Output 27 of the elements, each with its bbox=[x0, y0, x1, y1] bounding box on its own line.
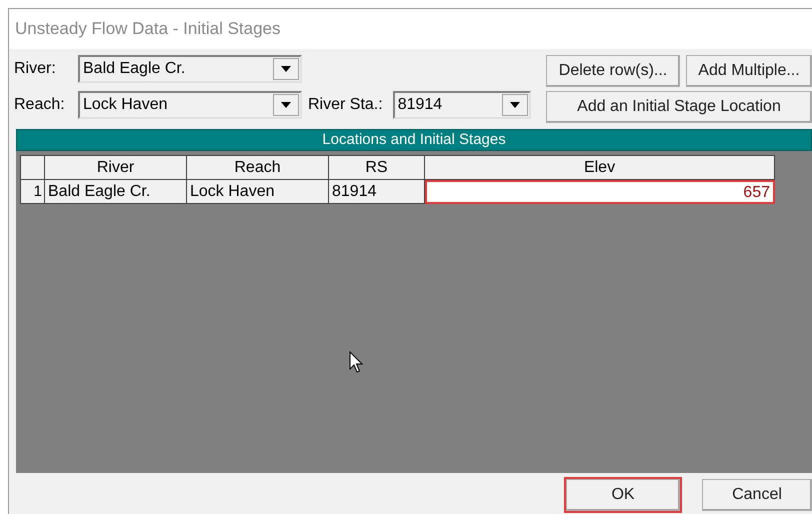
dropdown-arrow-icon bbox=[510, 102, 520, 108]
column-header[interactable]: River bbox=[45, 155, 187, 180]
add-multiple-button[interactable]: Add Multiple... bbox=[686, 55, 812, 87]
ok-button[interactable]: OK bbox=[566, 479, 680, 511]
table-cell: 81914 bbox=[329, 180, 425, 204]
add-location-button[interactable]: Add an Initial Stage Location bbox=[546, 91, 812, 123]
column-header[interactable]: Elev bbox=[425, 155, 775, 180]
cancel-button[interactable]: Cancel bbox=[702, 479, 812, 511]
column-header[interactable]: RS bbox=[329, 155, 425, 180]
river-dropdown[interactable]: Bald Eagle Cr. bbox=[78, 55, 302, 83]
table-cell: Lock Haven bbox=[187, 180, 329, 204]
dropdown-arrow-icon bbox=[281, 102, 291, 108]
dropdown-arrow-icon bbox=[281, 66, 291, 72]
column-header[interactable]: Reach bbox=[187, 155, 329, 180]
cursor-icon bbox=[349, 351, 363, 373]
river-station-dropdown[interactable]: 81914 bbox=[392, 91, 531, 119]
window-title: Unsteady Flow Data - Initial Stages bbox=[15, 18, 281, 40]
reach-label: Reach: bbox=[14, 95, 66, 115]
river-station-label: River Sta.: bbox=[308, 95, 383, 115]
river-label: River: bbox=[14, 59, 57, 79]
table-cell: Bald Eagle Cr. bbox=[45, 180, 187, 204]
reach-dropdown[interactable]: Lock Haven bbox=[78, 91, 302, 119]
row-number: 1 bbox=[20, 180, 45, 204]
elevation-input[interactable]: 657 bbox=[425, 180, 775, 204]
table-title: Locations and Initial Stages bbox=[322, 130, 506, 150]
row-header-corner bbox=[20, 155, 45, 180]
delete-rows-button[interactable]: Delete row(s)... bbox=[546, 55, 680, 87]
